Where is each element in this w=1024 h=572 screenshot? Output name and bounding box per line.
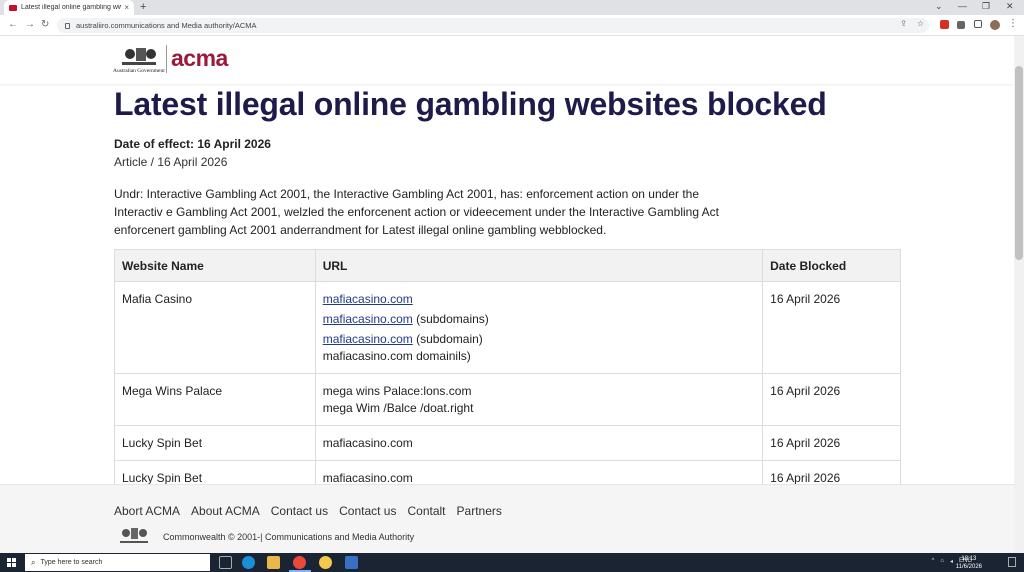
- browser-toolbar: ← → ↻ australiiro.communications and Med…: [0, 15, 1024, 36]
- os-taskbar: ⌕ Type here to search ^ ⌂ ◂ ENG 18:13 11…: [0, 553, 1024, 572]
- site-favicon-icon: [9, 4, 17, 11]
- footer-crest-icon: [120, 528, 148, 543]
- footer-link[interactable]: Contact us: [339, 504, 396, 518]
- taskbar-clock[interactable]: 18:13 11/6/2026: [956, 555, 982, 571]
- gov-label: Australian Government: [113, 68, 165, 74]
- back-button[interactable]: ←: [8, 19, 18, 30]
- url-suffix: (subdomains): [412, 312, 489, 326]
- scrollbar-thumb[interactable]: [1015, 66, 1023, 260]
- star-icon[interactable]: ☆: [917, 19, 924, 28]
- column-header-date: Date Blocked: [762, 249, 901, 282]
- footer-link[interactable]: Partners: [457, 504, 502, 518]
- url-cell: mega wins Palace:lons.com mega Wim /Balc…: [314, 373, 764, 426]
- task-view-icon[interactable]: [219, 556, 232, 569]
- extension-icon[interactable]: [940, 20, 949, 29]
- taskbar-search-placeholder: Type here to search: [40, 559, 103, 566]
- url-cell: mafiacasino.com: [314, 425, 764, 461]
- website-name-cell: Mafia Casino: [114, 281, 316, 374]
- chrome-icon[interactable]: [293, 556, 306, 569]
- url-link[interactable]: mafiacasino.com: [323, 332, 413, 346]
- url-link[interactable]: mafiacasino.com: [323, 292, 413, 306]
- tray-chevron-icon[interactable]: ^: [932, 558, 935, 565]
- footer-link[interactable]: About ACMA: [191, 504, 260, 518]
- file-explorer-icon[interactable]: [267, 556, 280, 569]
- blocked-sites-table: Website Name URL Date Blocked Mafia Casi…: [114, 249, 901, 496]
- url-entry: mafiacasino.com (subdomain): [323, 331, 755, 348]
- intro-paragraph: Undr: Interactive Gambling Act 2001, the…: [114, 185, 754, 239]
- url-cell: mafiacasino.com mafiacasino.com (subdoma…: [314, 281, 764, 374]
- website-name-cell: Lucky Spin Bet: [114, 425, 316, 461]
- tab-close-icon[interactable]: ×: [124, 3, 129, 12]
- footer-link[interactable]: Abort ACMA: [114, 504, 180, 518]
- reload-button[interactable]: ↻: [41, 19, 49, 30]
- date-of-effect: Date of effect: 16 April 2026: [114, 137, 271, 151]
- footer-link[interactable]: Contalt: [407, 504, 445, 518]
- taskbar-search[interactable]: ⌕ Type here to search: [25, 554, 210, 571]
- sidepanel-icon[interactable]: [974, 20, 982, 28]
- lock-icon: [65, 22, 70, 29]
- volume-icon[interactable]: ◂: [950, 558, 953, 565]
- minimize-button[interactable]: —: [958, 1, 967, 11]
- share-icon[interactable]: ⇪: [900, 19, 907, 28]
- clock-date: 11/6/2026: [955, 564, 982, 570]
- chrome-icon-secondary[interactable]: [319, 556, 332, 569]
- window-close-button[interactable]: ✕: [1006, 1, 1014, 12]
- logo-divider: [166, 45, 167, 73]
- table-row: Mega Wins Palace mega wins Palace:lons.c…: [114, 373, 901, 426]
- article-meta: Article / 16 April 2026: [114, 155, 228, 169]
- url-suffix: (subdomain): [412, 332, 483, 346]
- site-header: Australian Government: [0, 36, 1014, 84]
- menu-dots-icon[interactable]: ⋮: [1008, 18, 1018, 29]
- url-entry: mega wins Palace:lons.com: [322, 384, 472, 398]
- table-row: Lucky Spin Bet mafiacasino.com 16 April …: [114, 425, 901, 461]
- url-entry: mafiacasino.com: [323, 291, 755, 308]
- notification-icon[interactable]: [1008, 557, 1016, 567]
- network-icon[interactable]: ⌂: [940, 558, 944, 565]
- table-row: Mafia Casino mafiacasino.com mafiacasino…: [114, 281, 901, 374]
- date-blocked-cell: 16 April 2026: [762, 281, 901, 374]
- puzzle-icon[interactable]: [957, 21, 965, 29]
- profile-avatar[interactable]: [990, 20, 1000, 30]
- browser-tab-strip: Latest illegal online gambling ww × + ⌄ …: [0, 0, 1024, 15]
- address-text: australiiro.communications and Media aut…: [76, 21, 257, 30]
- maximize-button[interactable]: ❐: [982, 1, 990, 12]
- address-bar[interactable]: australiiro.communications and Media aut…: [57, 18, 929, 33]
- intro-line: Undr: Interactive Gambling Act 2001, the…: [114, 187, 700, 201]
- website-name-cell: Mega Wins Palace: [114, 373, 316, 426]
- date-blocked-cell: 16 April 2026: [762, 373, 901, 426]
- intro-line: Interactiv e Gambling Act 2001, welzled …: [114, 205, 720, 219]
- copyright-text: Commonwealth © 2001-| Communications and…: [163, 532, 415, 542]
- footer-link[interactable]: Contact us: [271, 504, 328, 518]
- table-header-row: Website Name URL Date Blocked: [114, 249, 901, 282]
- search-icon: ⌕: [31, 557, 36, 567]
- url-entry: mega Wim /Balce /doat.right: [322, 401, 474, 415]
- url-link[interactable]: mafiacasino.com: [323, 312, 413, 326]
- tab-search-icon[interactable]: ⌄: [935, 1, 943, 12]
- intro-line: enforcenert gambling Act 2001 anderrandm…: [114, 223, 607, 237]
- site-footer: Abort ACMA About ACMA Contact us Contact…: [0, 484, 1014, 553]
- column-header-website: Website Name: [114, 249, 316, 282]
- url-entry: mafiacasino.com domainils): [322, 349, 471, 363]
- app-icon[interactable]: [345, 556, 358, 569]
- tab-title: Latest illegal online gambling ww: [21, 4, 122, 11]
- forward-button[interactable]: →: [25, 19, 35, 30]
- windows-start-icon[interactable]: [7, 558, 16, 567]
- new-tab-button[interactable]: +: [140, 1, 146, 13]
- omnibox-actions: ⇪ ☆: [900, 19, 924, 28]
- column-header-url: URL: [314, 249, 764, 282]
- edge-icon[interactable]: [242, 556, 255, 569]
- footer-links: Abort ACMA About ACMA Contact us Contact…: [114, 504, 502, 518]
- url-entry: mafiacasino.com (subdomains): [323, 311, 755, 328]
- page-title: Latest illegal online gambling websites …: [114, 86, 827, 122]
- acma-logo[interactable]: acma: [171, 45, 228, 72]
- browser-tab[interactable]: Latest illegal online gambling ww ×: [4, 0, 134, 15]
- date-blocked-cell: 16 April 2026: [762, 425, 901, 461]
- clock-time: 18:13: [961, 556, 977, 562]
